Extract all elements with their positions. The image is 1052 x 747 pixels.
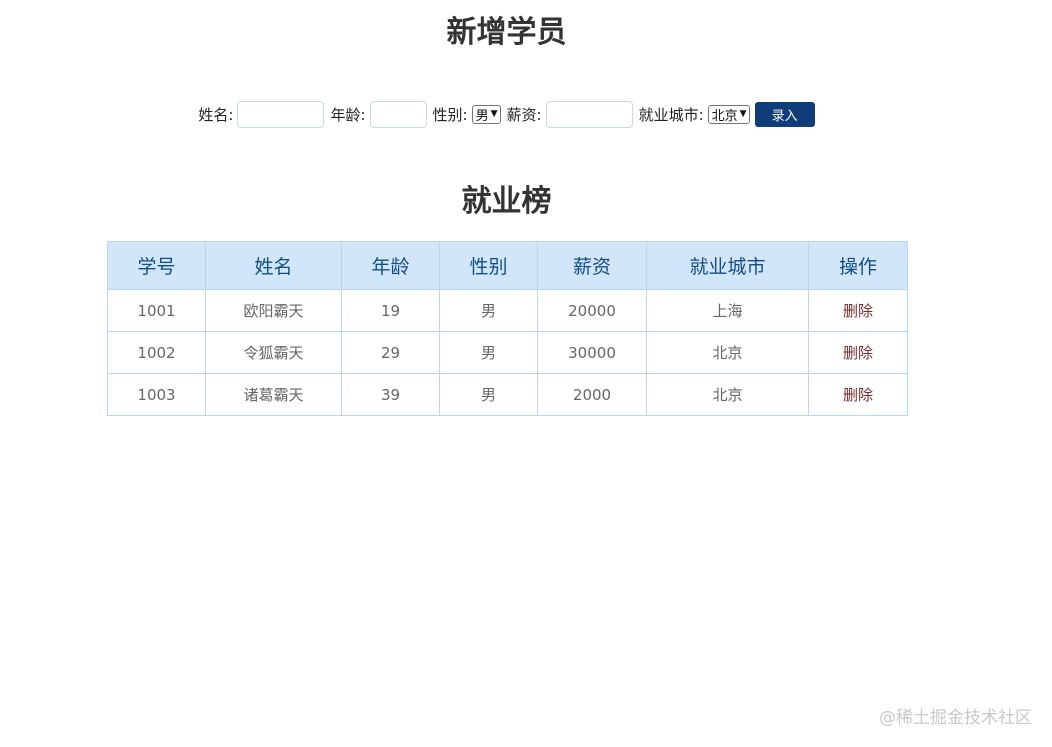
add-student-title: 新增学员 (446, 15, 567, 50)
page: 新增学员 姓名: 年龄: 性别: 男 ▼ 薪资: 就业城市: 北京 ▼ 录入 就… (0, 0, 1052, 747)
column-header-action: 操作 (808, 241, 908, 290)
employment-ranking-title: 就业榜 (461, 184, 552, 219)
cell-id: 1003 (107, 373, 206, 416)
add-student-form: 姓名: 年龄: 性别: 男 ▼ 薪资: 就业城市: 北京 ▼ 录入 (0, 101, 1013, 128)
column-header-id: 学号 (107, 241, 206, 290)
cell-salary: 20000 (537, 289, 647, 332)
table-header-row: 学号 姓名 年龄 性别 薪资 就业城市 操作 (107, 241, 908, 290)
delete-button[interactable]: 删除 (808, 331, 908, 374)
table-row: 1002 令狐霸天 29 男 30000 北京 删除 (107, 331, 908, 374)
cell-city: 上海 (646, 289, 809, 332)
salary-input[interactable] (545, 101, 633, 128)
cell-gender: 男 (439, 289, 538, 332)
cell-city: 北京 (646, 373, 809, 416)
name-label: 姓名: (198, 106, 234, 124)
watermark: @稀土掘金技术社区 (879, 708, 1032, 728)
cell-name: 欧阳霸天 (205, 289, 342, 332)
cell-id: 1001 (107, 289, 206, 332)
gender-label: 性别: (432, 106, 468, 124)
table-row: 1001 欧阳霸天 19 男 20000 上海 删除 (107, 289, 908, 332)
city-label: 就业城市: (638, 106, 704, 124)
age-label: 年龄: (330, 106, 366, 124)
column-header-name: 姓名 (205, 241, 342, 290)
cell-id: 1002 (107, 331, 206, 374)
cell-gender: 男 (439, 373, 538, 416)
gender-select[interactable]: 男 ▼ (471, 105, 501, 124)
table-row: 1003 诸葛霸天 39 男 2000 北京 删除 (107, 373, 908, 416)
cell-city: 北京 (646, 331, 809, 374)
delete-button[interactable]: 删除 (808, 289, 908, 332)
ranking-table: 学号 姓名 年龄 性别 薪资 就业城市 操作 1001 欧阳霸天 19 男 20… (107, 241, 908, 416)
cell-age: 29 (341, 331, 440, 374)
cell-name: 诸葛霸天 (205, 373, 342, 416)
salary-label: 薪资: (506, 106, 542, 124)
age-input[interactable] (369, 101, 427, 128)
city-select-value: 北京 (711, 109, 738, 124)
cell-salary: 30000 (537, 331, 647, 374)
delete-button[interactable]: 删除 (808, 373, 908, 416)
column-header-age: 年龄 (341, 241, 440, 290)
cell-gender: 男 (439, 331, 538, 374)
column-header-city: 就业城市 (646, 241, 809, 290)
cell-name: 令狐霸天 (205, 331, 342, 374)
name-input[interactable] (237, 101, 325, 128)
column-header-salary: 薪资 (537, 241, 647, 290)
chevron-down-icon: ▼ (490, 109, 498, 119)
ranking-table-container: 学号 姓名 年龄 性别 薪资 就业城市 操作 1001 欧阳霸天 19 男 20… (107, 241, 908, 416)
column-header-gender: 性别 (439, 241, 538, 290)
city-select[interactable]: 北京 ▼ (707, 105, 750, 124)
cell-age: 39 (341, 373, 440, 416)
cell-age: 19 (341, 289, 440, 332)
gender-select-value: 男 (475, 109, 489, 124)
chevron-down-icon: ▼ (739, 109, 747, 119)
cell-salary: 2000 (537, 373, 647, 416)
submit-button[interactable]: 录入 (754, 102, 815, 127)
